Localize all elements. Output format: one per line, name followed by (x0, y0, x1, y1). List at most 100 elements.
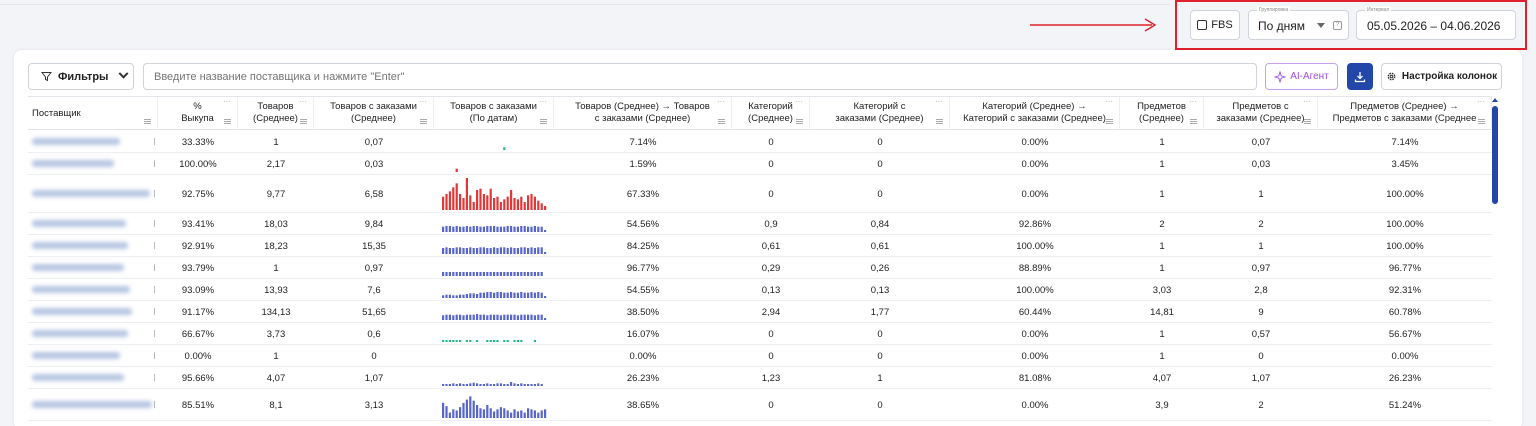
supplier-cell[interactable] (28, 301, 156, 322)
supplier-cell[interactable] (28, 213, 156, 234)
column-menu-icon[interactable] (540, 119, 547, 124)
supplier-cell[interactable] (28, 367, 156, 388)
fbs-toggle[interactable]: FBS (1190, 10, 1240, 40)
column-menu-icon[interactable] (718, 119, 725, 124)
column-header[interactable]: Товаров с заказами (Среднее) ··· (314, 97, 434, 130)
interval-picker[interactable]: Интервал 05.05.2026 – 04.06.2026 (1356, 6, 1516, 40)
vertical-scrollbar[interactable] (1492, 96, 1500, 426)
scroll-up-icon[interactable] (1492, 98, 1498, 102)
table-cell: 100.00% (179, 158, 217, 170)
supplier-cell[interactable] (28, 175, 156, 212)
blurred-supplier-name (32, 242, 128, 249)
column-menu-icon[interactable] (1106, 119, 1113, 124)
column-menu-icon[interactable] (796, 119, 803, 124)
download-icon (1354, 71, 1366, 82)
sparkline-bar (442, 402, 445, 418)
table-cell: 0,07 (364, 136, 384, 148)
supplier-cell[interactable] (28, 389, 156, 420)
table-cell: 0 (768, 399, 774, 411)
supplier-cell[interactable] (28, 153, 156, 174)
table-cell: 1 (1159, 136, 1165, 148)
table-row[interactable]: 85.51% 8,1 3,13 38.65% 0 0 0.00% 3,9 2 51.24% (28, 389, 1492, 421)
grouping-label: Группировка (1257, 6, 1291, 14)
table-row[interactable]: 95.66% 4,07 1,07 26.23% 1,23 1 81.08% 4,07 1,07 2… (28, 367, 1492, 389)
supplier-cell[interactable] (28, 345, 156, 366)
sparkline-bar (523, 314, 526, 320)
supplier-cell[interactable] (28, 131, 156, 152)
column-options-icon[interactable]: ··· (795, 98, 803, 106)
table-cell: 88.89% (1018, 262, 1052, 274)
sparkline-bar (527, 384, 530, 386)
blurred-supplier-name (32, 220, 126, 227)
column-menu-icon[interactable] (420, 119, 427, 124)
column-header[interactable]: Категорий (Среднее) ··· (732, 97, 810, 130)
column-settings-button[interactable]: Настройка колонок (1381, 63, 1502, 90)
column-options-icon[interactable]: ··· (299, 98, 307, 106)
table-cell: 100.00% (1386, 240, 1424, 252)
table-cell: 0 (768, 136, 774, 148)
column-options-icon[interactable]: ··· (1105, 98, 1113, 106)
supplier-cell[interactable] (28, 279, 156, 300)
sparkline-bar (499, 407, 502, 418)
checkbox-icon[interactable] (1197, 20, 1208, 30)
column-menu-icon[interactable] (224, 119, 231, 124)
sparkline-bar (513, 383, 516, 386)
sparkline-bar (506, 248, 509, 254)
column-options-icon[interactable]: ··· (935, 98, 943, 106)
column-header[interactable]: Предметов (Среднее) → Предметов с заказам… (1318, 97, 1492, 130)
column-header[interactable]: Предметов с заказами (Среднее) ··· (1204, 97, 1318, 130)
scroll-thumb[interactable] (1492, 106, 1498, 204)
column-options-icon[interactable]: ··· (1477, 98, 1485, 106)
column-options-icon[interactable]: ··· (1303, 98, 1311, 106)
column-options-icon[interactable]: ··· (223, 98, 231, 106)
table-row[interactable]: 0.00% 1 0 0.00% 0 0 0.00% 1 0 0.00% (28, 345, 1492, 367)
download-button[interactable] (1347, 63, 1373, 90)
supplier-cell[interactable] (28, 235, 156, 256)
ai-agent-button[interactable]: AI-Агент (1265, 63, 1338, 90)
column-header[interactable]: Категорий с заказами (Среднее) ··· (810, 97, 950, 130)
column-options-icon[interactable]: ··· (1189, 98, 1197, 106)
chevron-down-icon[interactable] (1317, 23, 1325, 28)
table-row[interactable]: 93.79% 1 0,97 96.77% 0,29 0,26 88.89% 1 0,97 96.7… (28, 257, 1492, 279)
column-menu-icon[interactable] (300, 119, 307, 124)
sparkline-bar (499, 272, 502, 276)
column-header[interactable]: Предметов (Среднее) ··· (1120, 97, 1204, 130)
help-icon[interactable]: ? (1333, 21, 1342, 30)
cell-divider (154, 263, 157, 271)
table-row[interactable]: 93.41% 18,03 9,84 54.56% 0,9 0,84 92.86% 2 2 100.… (28, 213, 1492, 235)
column-menu-icon[interactable] (1478, 119, 1485, 124)
table-row[interactable]: 92.75% 9,77 6,58 67.33% 0 0 0.00% 1 1 100.00% (28, 175, 1492, 213)
table-row[interactable]: 100.00% 2,17 0,03 1.59% 0 0 0.00% 1 0,03 3.45% (28, 153, 1492, 175)
sparkline-bar (479, 408, 482, 418)
column-options-icon[interactable]: ··· (717, 98, 725, 106)
table-cell: 134,13 (261, 306, 291, 318)
supplier-cell[interactable] (28, 257, 156, 278)
sparkline-bar (537, 200, 540, 210)
column-header[interactable]: Товаров с заказами (По датам) ··· (434, 97, 554, 130)
column-options-icon[interactable]: ··· (539, 98, 547, 106)
column-header[interactable]: % Выкупа ··· (158, 97, 238, 130)
column-menu-icon[interactable] (1190, 119, 1197, 124)
column-menu-icon[interactable] (1304, 119, 1311, 124)
column-header[interactable]: Товаров (Среднее) → Товаров с заказами (С… (554, 97, 732, 130)
column-header[interactable]: Категорий (Среднее) → Категорий с заказам… (950, 97, 1120, 130)
column-menu-icon[interactable] (144, 119, 151, 124)
cell-divider (154, 137, 157, 145)
column-menu-icon[interactable] (936, 119, 943, 124)
column-options-icon[interactable]: ··· (419, 98, 427, 106)
table-row[interactable]: 66.67% 3,73 0,6 16.07% 0 0 0.00% 1 0,57 56.67% (28, 323, 1492, 345)
table-row[interactable]: 33.33% 1 0,07 7.14% 0 0 0.00% 1 0,07 7.14% (28, 131, 1492, 153)
sparkline-bar (445, 340, 448, 342)
sparkline-bar (516, 226, 519, 232)
sparkline-bar (533, 410, 536, 418)
column-header[interactable]: Товаров (Среднее) ··· (238, 97, 314, 130)
supplier-cell[interactable] (28, 323, 156, 344)
table-row[interactable]: 91.17% 134,13 51,65 38.50% 2,94 1,77 60.44% 14,… (28, 301, 1492, 323)
grouping-select[interactable]: Группировка По дням ? (1248, 6, 1349, 40)
sparkline-bar (544, 230, 547, 232)
column-header[interactable]: Поставщик (28, 97, 158, 130)
search-input[interactable] (143, 63, 1257, 90)
table-row[interactable]: 92.91% 18,23 15,35 84.25% 0,61 0,61 100.00% 1 1 1… (28, 235, 1492, 257)
filters-button[interactable]: Фильтры (28, 63, 134, 90)
table-row[interactable]: 93.09% 13,93 7,6 54.55% 0,13 0,13 100.00% 3,03 2… (28, 279, 1492, 301)
